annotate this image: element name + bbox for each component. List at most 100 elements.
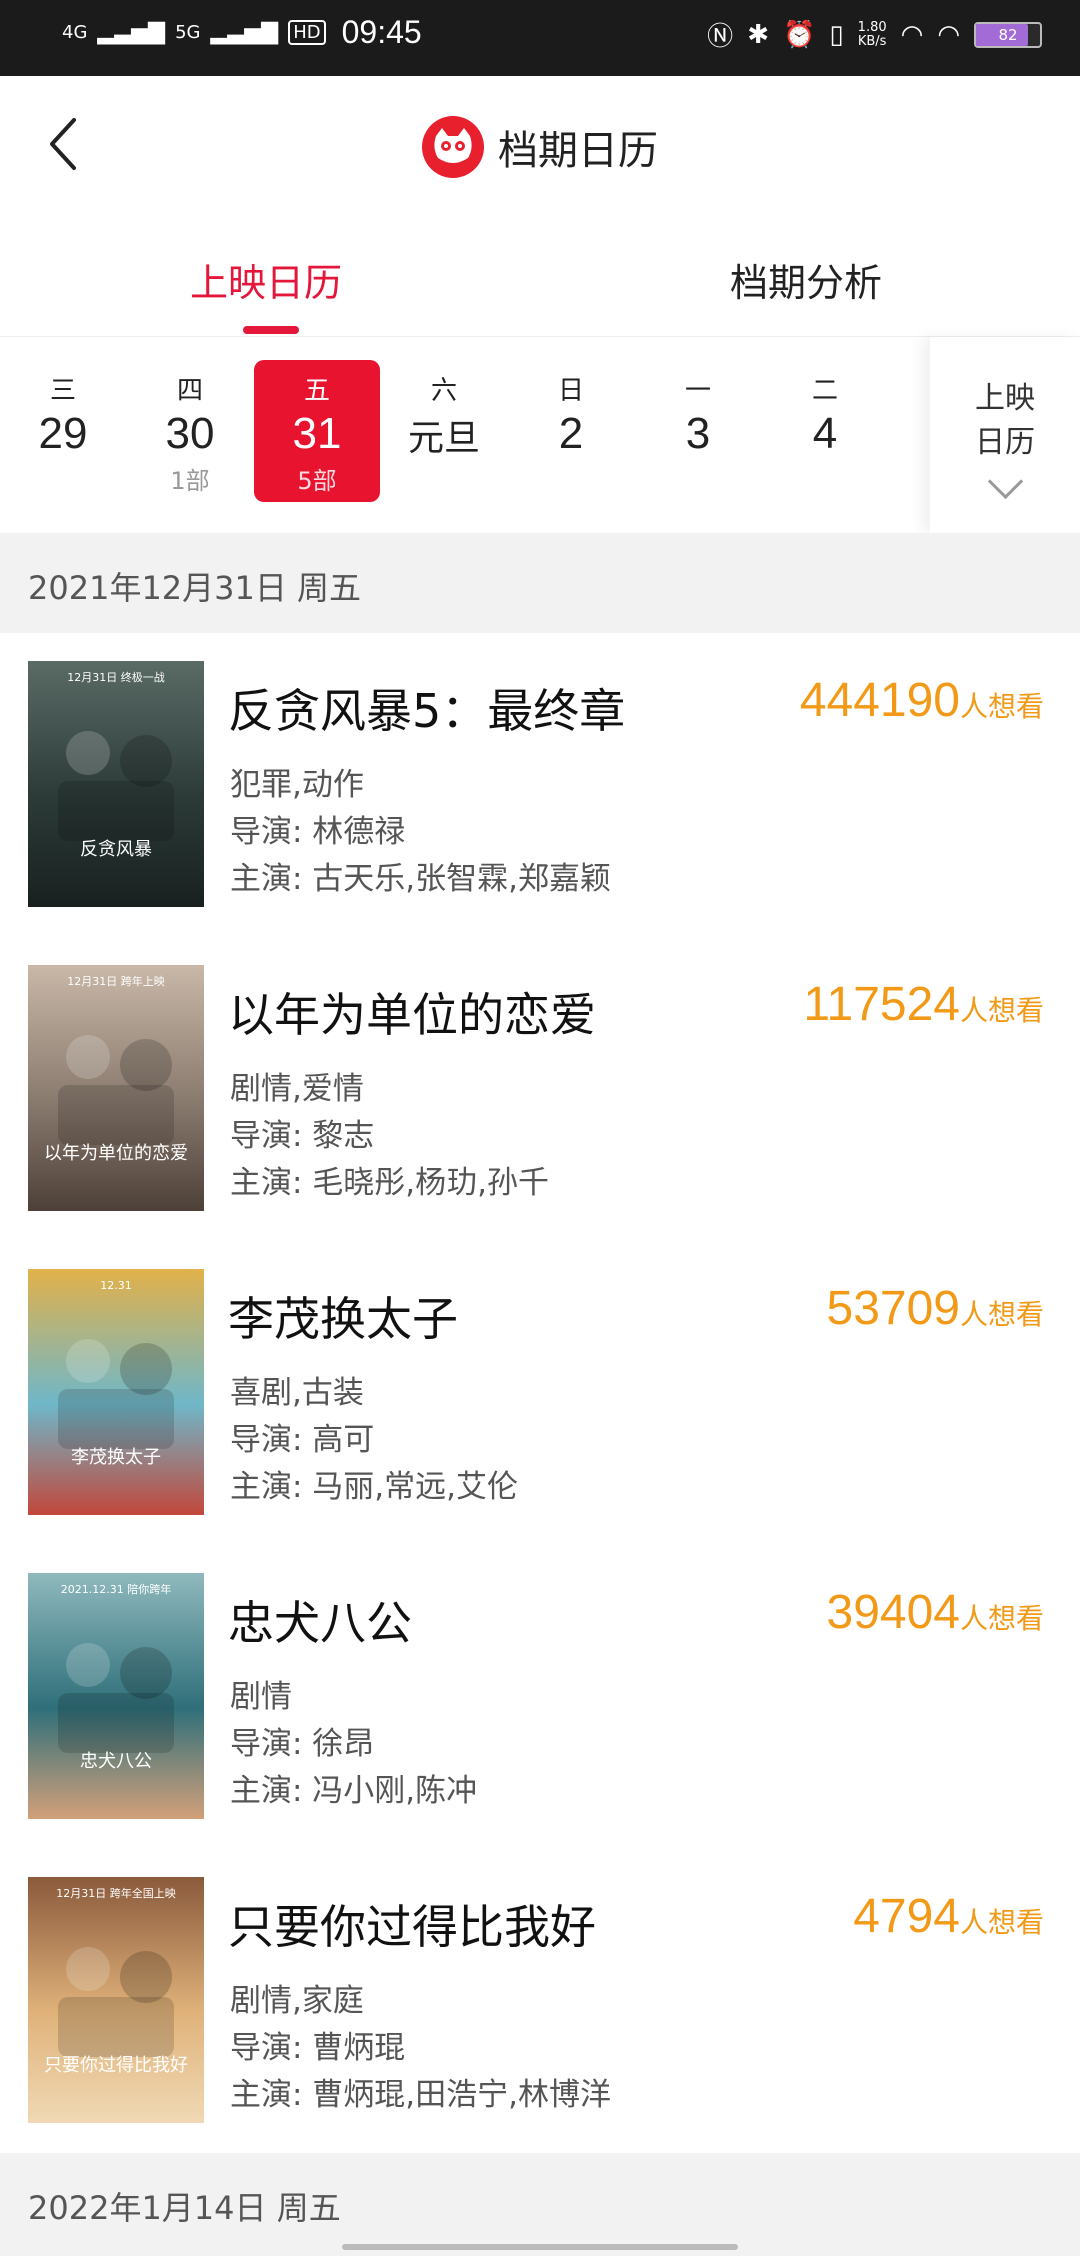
date-item[interactable]: 三 29 [0,360,126,502]
svg-text:只要你过得比我好: 只要你过得比我好 [44,2055,188,2076]
network-speed: 1.80 KB/s [857,20,887,49]
movie-title: 李茂换太子 [228,1292,458,1346]
movie-poster[interactable]: 只要你过得比我好 12月31日 跨年全国上映 [28,1877,204,2123]
tab-active-indicator [243,326,299,334]
signal-bars-icon: ▂▃▅▇ [210,20,279,45]
want-unit: 人想看 [959,1298,1044,1331]
svg-text:2021.12.31 陪你跨年: 2021.12.31 陪你跨年 [61,1582,171,1596]
section-date-label: 2022年1月14日 周五 [28,2189,341,2227]
date-item[interactable]: 二 4 [762,360,888,502]
movie-poster[interactable]: 忠犬八公 2021.12.31 陪你跨年 [28,1573,204,1819]
movie-cast: 主演: 曹炳琨,田浩宁,林博洋 [230,2077,612,2113]
date-number: 31 [292,409,342,458]
date-movie-count: 5部 [297,467,337,495]
svg-text:以年为单位的恋爱: 以年为单位的恋爱 [44,1142,188,1164]
date-movie-count: 1部 [170,467,210,495]
clock: 09:45 [341,14,422,50]
status-bar: 4G ▂▃▅▇ 5G ▂▃▅▇ HD 09:45 Ⓝ ✱ ⏰ ▯ 1.80 KB… [0,0,1080,76]
movie-poster[interactable]: 反贪风暴 12月31日 终极一战 [28,661,204,907]
want-to-watch: 444190人想看 [800,673,1044,728]
date-section-header: 2022年1月14日 周五 [0,2153,1080,2256]
want-count: 4794 [853,1890,960,1943]
movie-title: 反贪风暴5：最终章 [228,684,626,738]
want-unit: 人想看 [959,994,1044,1027]
movie-poster[interactable]: 以年为单位的恋爱 12月31日 跨年上映 [28,965,204,1211]
date-weekday: 五 [303,376,330,406]
vibrate-icon: ▯ [829,19,844,50]
svg-text:反贪风暴: 反贪风暴 [80,839,152,860]
movie-genre: 喜剧,古装 [230,1375,364,1411]
want-to-watch: 4794人想看 [853,1889,1044,1944]
svg-text:李茂换太子: 李茂换太子 [71,1447,161,1468]
calendar-expand-button[interactable]: 上映 日历 [930,337,1080,533]
movie-director: 导演: 高可 [230,1422,375,1458]
movie-item[interactable]: 只要你过得比我好 12月31日 跨年全国上映 只要你过得比我好 4794人想看 剧… [0,1849,1080,2153]
wifi-icon: ◠ [900,19,924,50]
date-item[interactable]: 日 2 [508,360,634,502]
movie-director: 导演: 林德禄 [230,814,406,850]
poster-artwork: 以年为单位的恋爱 12月31日 跨年上映 [28,965,204,1211]
movie-title: 只要你过得比我好 [228,1900,596,1954]
app-header: 档期日历 [0,76,1080,216]
alarm-icon: ⏰ [782,19,816,50]
status-right: Ⓝ ✱ ⏰ ▯ 1.80 KB/s ◠ ◠ 82 [707,16,1042,53]
date-weekday: 日 [557,376,584,406]
movie-item[interactable]: 以年为单位的恋爱 12月31日 跨年上映 以年为单位的恋爱 117524人想看 剧… [0,937,1080,1241]
network-speed-unit: KB/s [857,33,887,49]
movie-cast: 主演: 马丽,常远,艾伦 [230,1469,519,1505]
home-indicator[interactable] [342,2244,738,2250]
movie-director: 导演: 曹炳琨 [230,2030,406,2066]
status-left: 4G ▂▃▅▇ 5G ▂▃▅▇ HD 09:45 [62,14,422,51]
movie-genre: 剧情,家庭 [230,1983,364,2019]
date-item[interactable]: 四 30 1部 [127,360,253,502]
date-weekday: 三 [49,376,76,406]
svg-text:12月31日 终极一战: 12月31日 终极一战 [67,670,165,684]
calendar-button-line1: 上映 [975,381,1035,416]
want-count: 53709 [826,1282,960,1335]
want-to-watch: 39404人想看 [827,1585,1045,1640]
date-item[interactable]: 一 3 [635,360,761,502]
svg-text:忠犬八公: 忠犬八公 [80,1751,152,1772]
want-count: 117524 [803,978,960,1031]
signal-5g-icon: 5G [175,22,201,43]
want-unit: 人想看 [959,1906,1044,1939]
want-unit: 人想看 [959,690,1044,723]
date-number: 4 [812,409,838,458]
calendar-button-line2: 日历 [975,425,1035,460]
movie-item[interactable]: 反贪风暴 12月31日 终极一战 反贪风暴5：最终章 444190人想看 犯罪,动… [0,633,1080,937]
movie-item[interactable]: 李茂换太子 12.31 李茂换太子 53709人想看 喜剧,古装 导演: 高可 主… [0,1241,1080,1545]
poster-artwork: 反贪风暴 12月31日 终极一战 [28,661,204,907]
date-number: 元旦 [407,418,480,459]
movie-title: 以年为单位的恋爱 [228,988,596,1042]
movie-cast: 主演: 毛晓彤,杨玏,孙千 [230,1165,550,1201]
movie-genre: 剧情 [230,1679,292,1715]
date-number: 29 [38,409,88,458]
nfc-icon: Ⓝ [707,22,734,52]
want-count: 39404 [826,1586,960,1639]
svg-text:12月31日 跨年上映: 12月31日 跨年上映 [67,974,165,988]
movie-poster[interactable]: 李茂换太子 12.31 [28,1269,204,1515]
poster-artwork: 忠犬八公 2021.12.31 陪你跨年 [28,1573,204,1819]
wifi-icon: ◠ [937,19,960,50]
movie-genre: 剧情,爱情 [230,1071,364,1107]
date-item[interactable]: 六 元旦 [381,360,507,502]
date-number: 30 [165,409,215,458]
maoyan-logo-icon [422,116,484,178]
date-item-selected[interactable]: 五 31 5部 [254,360,380,502]
calendar-button-label: 上映 日历 [930,377,1080,465]
movie-director: 导演: 黎志 [230,1118,375,1154]
movie-item[interactable]: 忠犬八公 2021.12.31 陪你跨年 忠犬八公 39404人想看 剧情 导演:… [0,1545,1080,1849]
svg-text:12.31: 12.31 [100,1279,132,1292]
movie-genre: 犯罪,动作 [230,767,364,803]
hd-icon: HD [288,20,326,45]
movie-cast: 主演: 冯小刚,陈冲 [230,1773,478,1809]
tab-schedule-analysis[interactable]: 档期分析 [730,252,882,307]
tab-bar: 上映日历 档期分析 [0,216,1080,337]
tab-release-calendar[interactable]: 上映日历 [190,252,342,307]
want-to-watch: 53709人想看 [827,1281,1045,1336]
bluetooth-icon: ✱ [747,19,769,50]
signal-bars-icon: ▂▃▅▇ [97,20,166,45]
signal-4g-icon: 4G [62,22,88,43]
movie-director: 导演: 徐昂 [230,1726,375,1762]
want-count: 444190 [799,674,960,727]
